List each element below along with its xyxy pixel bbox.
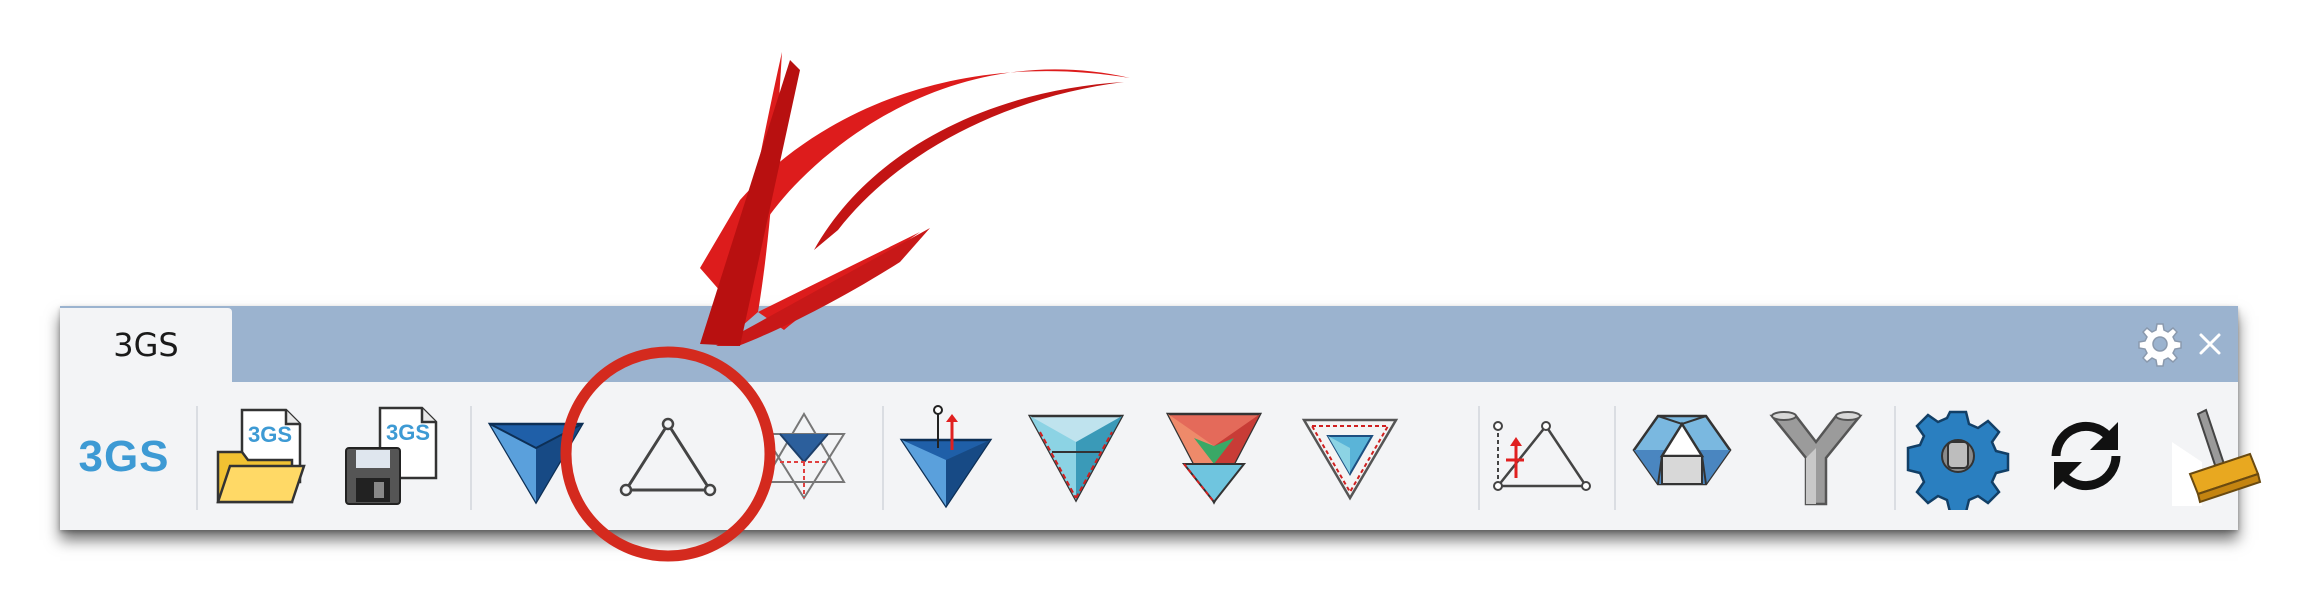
triangle-icon bbox=[619, 417, 717, 497]
force-star-button[interactable] bbox=[748, 400, 860, 512]
separator bbox=[1894, 406, 1896, 510]
toolbar: 3GS 3GS 3GS bbox=[60, 382, 2262, 530]
support-form-button[interactable] bbox=[890, 400, 1002, 512]
small-pyramid-icon bbox=[1301, 418, 1399, 501]
separator bbox=[882, 406, 884, 510]
save-icon-text: 3GS bbox=[386, 420, 430, 445]
cyan-pyramid-icon bbox=[1027, 414, 1125, 503]
panel-settings-icon[interactable] bbox=[2136, 320, 2184, 368]
save-file-button[interactable]: 3GS bbox=[338, 400, 450, 512]
tab-bar: 3GS bbox=[60, 306, 2238, 382]
blue-gear-icon bbox=[1906, 410, 2010, 510]
save-disk-icon: 3GS bbox=[345, 406, 438, 505]
refresh-icon bbox=[2051, 421, 2121, 491]
triangle-form-button[interactable] bbox=[612, 400, 724, 512]
separator bbox=[1614, 406, 1616, 510]
scraper-icon bbox=[2172, 408, 2262, 506]
toolbar-panel: 3GS 3GS 3GS 3GS bbox=[60, 306, 2262, 530]
blue-pyramid-icon bbox=[487, 422, 585, 505]
open-file-button[interactable]: 3GS bbox=[210, 400, 322, 512]
tab-label: 3GS bbox=[113, 326, 179, 364]
load-form-button[interactable] bbox=[1486, 400, 1598, 512]
polyhedron-icon bbox=[1632, 414, 1732, 486]
refresh-button[interactable] bbox=[2030, 400, 2142, 512]
clear-button[interactable] bbox=[2156, 400, 2268, 512]
force-colored-button[interactable] bbox=[1158, 400, 1270, 512]
y-joint-icon bbox=[1769, 411, 1863, 506]
node-y-button[interactable] bbox=[1760, 400, 1872, 512]
settings-button[interactable] bbox=[1902, 400, 2014, 512]
open-folder-icon: 3GS bbox=[216, 408, 306, 504]
colored-pyramid-icon bbox=[1165, 412, 1263, 505]
force-triangle-button[interactable] bbox=[1020, 400, 1132, 512]
triangle-load-icon bbox=[1493, 421, 1591, 491]
separator bbox=[1478, 406, 1480, 510]
annotation-arrow bbox=[700, 52, 1130, 346]
force-star-icon bbox=[762, 412, 846, 500]
pyramid-support-icon bbox=[899, 405, 993, 509]
polyhedron-button[interactable] bbox=[1626, 400, 1738, 512]
open-icon-text: 3GS bbox=[248, 422, 292, 447]
separator bbox=[196, 406, 198, 510]
form-diagram-button[interactable] bbox=[480, 400, 592, 512]
tab-3gs[interactable]: 3GS bbox=[60, 308, 232, 382]
force-small-button[interactable] bbox=[1294, 400, 1406, 512]
brand-logo: 3GS bbox=[78, 432, 170, 481]
separator bbox=[470, 406, 472, 510]
panel-close-icon[interactable] bbox=[2196, 330, 2224, 358]
tab-controls bbox=[2136, 320, 2224, 368]
